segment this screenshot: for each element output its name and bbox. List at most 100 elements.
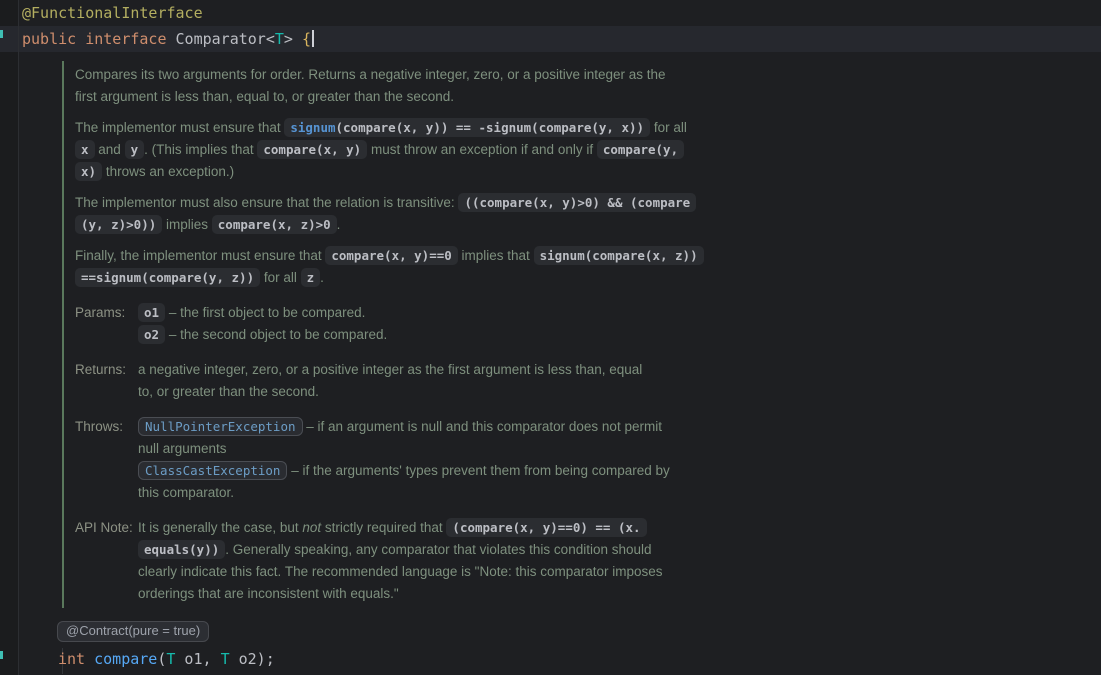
doc-line: orderings that are inconsistent with equ… (138, 583, 735, 605)
doc-line: null arguments (138, 438, 735, 460)
doc-paragraph: The implementor must also ensure that th… (75, 192, 735, 236)
exception-link-chip[interactable]: ClassCastException (138, 461, 287, 480)
doc-text: Compares its two arguments for order. Re… (75, 67, 666, 82)
code-reference-link[interactable]: signum (290, 120, 335, 135)
inline-code-chip: o1 (138, 303, 165, 322)
doc-section-label: API Note: (75, 517, 138, 605)
doc-text: Finally, the implementor must ensure tha… (75, 248, 325, 263)
inline-code-chip: signum(compare(x, y)) == -signum(compare… (284, 118, 650, 137)
doc-section-label: Params: (75, 302, 138, 346)
vcs-change-marker[interactable] (0, 651, 3, 659)
doc-text: clearly indicate this fact. The recommen… (138, 564, 663, 579)
inline-code-chip: x) (75, 162, 102, 181)
doc-section: API Note:It is generally the case, but n… (75, 517, 735, 605)
inline-code-chip: compare(x, z)>0 (212, 215, 337, 234)
doc-line: NullPointerException – if an argument is… (138, 416, 735, 438)
interface-name-token: Comparator (176, 30, 266, 48)
doc-text: . (This implies that (144, 142, 257, 157)
doc-text: for all (260, 270, 301, 285)
code-line-method[interactable]: int compare(T o1, T o2); (0, 646, 1101, 672)
type-parameter-token: T (221, 650, 230, 668)
doc-text: . Generally speaking, any comparator tha… (225, 542, 651, 557)
inline-code-chip: equals(y)) (138, 540, 225, 559)
doc-paragraph: The implementor must ensure that signum(… (75, 117, 735, 183)
doc-text: implies (162, 217, 212, 232)
inline-code-chip: z (301, 268, 321, 287)
doc-line: It is generally the case, but not strict… (138, 517, 735, 539)
doc-section-label: Throws: (75, 416, 138, 504)
doc-text: must throw an exception if and only if (367, 142, 597, 157)
contract-annotation-row: @Contract(pure = true) (0, 621, 1101, 643)
doc-line: Compares its two arguments for order. Re… (75, 64, 735, 86)
code-line-declaration[interactable]: public interface Comparator<T> { (0, 26, 1101, 52)
doc-text: . (320, 270, 324, 285)
doc-text: for all (650, 120, 687, 135)
doc-line: clearly indicate this fact. The recommen… (138, 561, 735, 583)
doc-paragraph: Finally, the implementor must ensure tha… (75, 245, 735, 289)
doc-section-content: o1 – the first object to be compared.o2 … (138, 302, 735, 346)
doc-line: The implementor must also ensure that th… (75, 192, 735, 214)
doc-text: implies that (458, 248, 534, 263)
inline-code-chip: (compare(x, y)==0) == (x. (446, 518, 646, 537)
angle-bracket-token: < (266, 30, 275, 48)
doc-section: Returns:a negative integer, zero, or a p… (75, 359, 735, 403)
doc-text: null arguments (138, 441, 227, 456)
doc-text: strictly required that (321, 520, 446, 535)
inline-code-chip: compare(y, (597, 140, 684, 159)
doc-line: ClassCastException – if the arguments' t… (138, 460, 735, 482)
inline-code-chip: signum(compare(x, z)) (534, 246, 704, 265)
inline-code-chip: y (125, 140, 145, 159)
inline-code-chip: compare(x, y)==0 (325, 246, 457, 265)
doc-text: a negative integer, zero, or a positive … (138, 362, 642, 377)
gutter-separator (18, 0, 19, 675)
doc-section: Params:o1 – the first object to be compa… (75, 302, 735, 346)
doc-section: Throws:NullPointerException – if an argu… (75, 416, 735, 504)
doc-text: throws an exception.) (102, 164, 234, 179)
doc-line: o2 – the second object to be compared. (138, 324, 735, 346)
doc-text: . (337, 217, 341, 232)
keyword-token: public interface (22, 30, 176, 48)
annotation-token: @FunctionalInterface (22, 4, 203, 22)
doc-line: first argument is less than, equal to, o… (75, 86, 735, 108)
code-editor: @FunctionalInterface public interface Co… (0, 0, 1101, 675)
doc-text: – the first object to be compared. (165, 305, 365, 320)
doc-text: It is generally the case, but (138, 520, 302, 535)
method-name-token: compare (94, 650, 157, 668)
javadoc-rendered-panel: Compares its two arguments for order. Re… (62, 61, 735, 608)
angle-bracket-token: > (284, 30, 302, 48)
inline-code-chip: compare(x, y) (257, 140, 367, 159)
inline-code-chip: x (75, 140, 95, 159)
param-token: o2); (230, 650, 275, 668)
doc-text: – if an argument is null and this compar… (303, 419, 662, 434)
doc-text: and (95, 142, 125, 157)
open-brace-token: { (302, 30, 311, 48)
inline-code-chip: ((compare(x, y)>0) && (compare (458, 193, 696, 212)
code-line-annotation[interactable]: @FunctionalInterface (0, 0, 1101, 26)
doc-line: a negative integer, zero, or a positive … (138, 359, 735, 381)
doc-line: equals(y)). Generally speaking, any comp… (138, 539, 735, 561)
doc-line: to, or greater than the second. (138, 381, 735, 403)
doc-text: – the second object to be compared. (165, 327, 387, 342)
inline-code-chip: ==signum(compare(y, z)) (75, 268, 260, 287)
vcs-change-marker[interactable] (0, 30, 3, 38)
doc-line: o1 – the first object to be compared. (138, 302, 735, 324)
doc-line: (y, z)>0)) implies compare(x, z)>0. (75, 214, 735, 236)
doc-section-content: It is generally the case, but not strict… (138, 517, 735, 605)
doc-line: The implementor must ensure that signum(… (75, 117, 735, 139)
doc-section-content: NullPointerException – if an argument is… (138, 416, 735, 504)
doc-section-label: Returns: (75, 359, 138, 403)
text-caret (312, 30, 314, 47)
doc-text: not (302, 520, 321, 535)
doc-text: this comparator. (138, 485, 234, 500)
contract-annotation-chip[interactable]: @Contract(pure = true) (57, 621, 209, 642)
doc-text: – if the arguments' types prevent them f… (287, 463, 669, 478)
keyword-token: int (58, 650, 94, 668)
exception-link-chip[interactable]: NullPointerException (138, 417, 303, 436)
inline-code-chip: o2 (138, 325, 165, 344)
doc-line: x) throws an exception.) (75, 161, 735, 183)
doc-line: Finally, the implementor must ensure tha… (75, 245, 735, 267)
doc-line: this comparator. (138, 482, 735, 504)
inline-code-chip: (y, z)>0)) (75, 215, 162, 234)
doc-text: first argument is less than, equal to, o… (75, 89, 454, 104)
doc-text: The implementor must ensure that (75, 120, 284, 135)
